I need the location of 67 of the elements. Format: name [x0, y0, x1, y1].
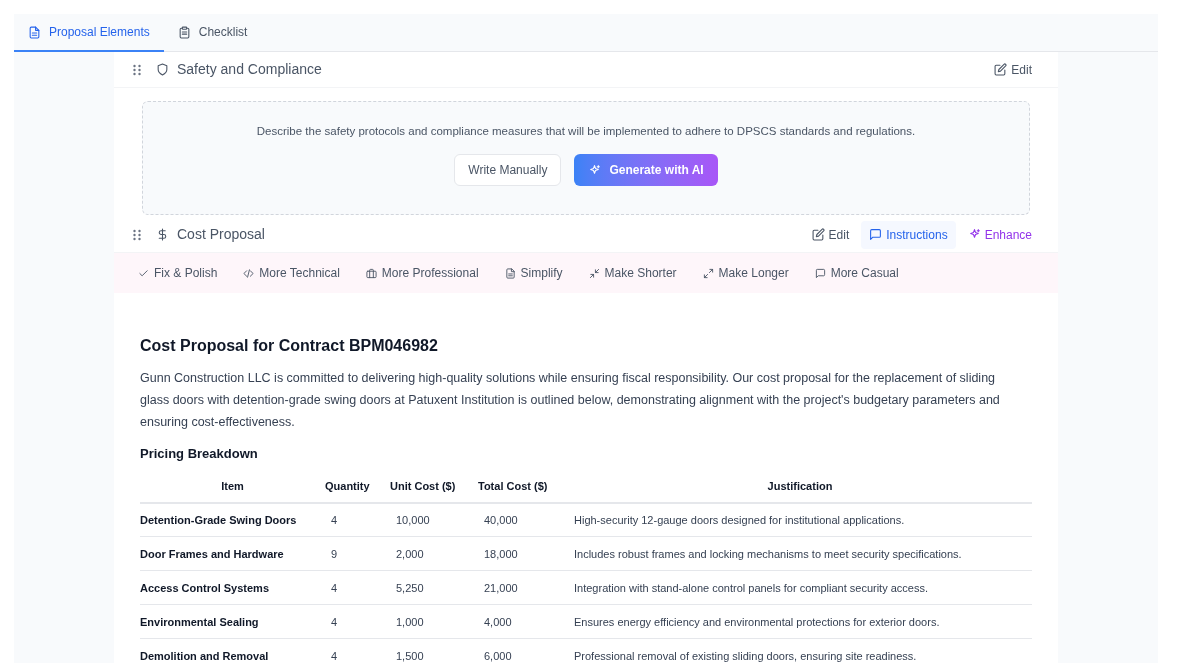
clipboard-icon	[177, 25, 191, 39]
generate-button[interactable]: Generate with AI	[574, 154, 718, 187]
check-icon	[138, 267, 149, 279]
toolbar-button[interactable]: Fix & Polish	[138, 264, 218, 283]
table-cell: 2,000	[390, 536, 478, 571]
column-header: Item	[140, 470, 325, 503]
tab[interactable]: Checklist	[163, 14, 262, 52]
section-title: Cost Proposal	[177, 225, 265, 245]
expand-icon	[702, 267, 714, 279]
table-cell: 4,000	[478, 604, 568, 639]
edit-button[interactable]: Edit	[803, 220, 858, 249]
table-cell: 1,500	[390, 638, 478, 663]
toolbar-button[interactable]: More Casual	[814, 264, 899, 283]
shrink-icon	[588, 267, 600, 279]
edit-button[interactable]: Edit	[986, 55, 1040, 84]
content-subheading: Pricing Breakdown	[140, 445, 259, 464]
sparkles-icon	[588, 163, 602, 177]
briefcase-icon	[365, 267, 377, 279]
table-cell: 5,250	[390, 570, 478, 605]
table-cell: 4	[325, 604, 390, 639]
toolbar-button[interactable]: Make Shorter	[588, 264, 677, 283]
document-icon	[504, 267, 516, 279]
table-cell: Integration with stand-alone control panels for compliant security access.	[568, 570, 1032, 605]
shield-icon	[156, 63, 169, 76]
content-paragraph: Gunn Construction LLC is committed to delivering high-quality solutions while ensuring fiscal responsibility. Our cost proposal for the replacement of sliding glass doors with detention-grade swing doors at Patuxent Institution is outlined below, demonstrating alignment with the project's budgetary parameters and ensuring cost-effectiveness.	[140, 370, 1001, 432]
edit-icon	[994, 63, 1008, 76]
chat-icon	[814, 267, 826, 279]
table-cell: Access Control Systems	[140, 570, 325, 605]
table-cell: Detention-Grade Swing Doors	[140, 502, 325, 537]
table-cell: 18,000	[478, 536, 568, 571]
toolbar-button[interactable]: Make Longer	[702, 264, 789, 283]
content-heading: Cost Proposal for Contract BPM046982	[140, 336, 439, 357]
table-cell: 4	[325, 570, 390, 605]
table-cell: Professional removal of existing sliding doors, ensuring site readiness.	[568, 638, 1032, 663]
instructions-button[interactable]: Instructions	[861, 220, 956, 249]
dollar-icon	[156, 228, 169, 242]
table-cell: 21,000	[478, 570, 568, 605]
column-header: Unit Cost ($)	[390, 470, 478, 503]
table-cell: High-security 12-gauge doors designed for institutional applications.	[568, 502, 1032, 537]
toolbar-button[interactable]: More Technical	[243, 264, 340, 283]
enhance-button[interactable]: Enhance	[959, 220, 1040, 249]
toolbar-button[interactable]: More Professional	[365, 264, 479, 283]
table-cell: Environmental Sealing	[140, 604, 325, 639]
toolbar-button[interactable]: Simplify	[504, 264, 563, 283]
prompt-description: Describe the safety protocols and compliance measures that will be implemented to adhere to DPSCS standards and regulations.	[256, 124, 916, 139]
table-cell: 9	[325, 536, 390, 571]
column-header: Quantity	[325, 470, 390, 503]
table-cell: 10,000	[390, 502, 478, 537]
table-cell: Includes robust frames and locking mechanisms to meet security specifications.	[568, 536, 1032, 571]
write-button[interactable]: Write Manually	[454, 154, 562, 187]
code-icon	[243, 267, 255, 279]
drag-handle-icon[interactable]	[132, 63, 142, 76]
table-cell: 4	[325, 638, 390, 663]
table-cell: 4	[325, 502, 390, 537]
table-cell: 40,000	[478, 502, 568, 537]
section-title: Safety and Compliance	[177, 60, 322, 79]
edit-icon	[811, 228, 825, 242]
table-cell: 1,000	[390, 604, 478, 639]
chat-icon	[869, 228, 883, 242]
document-icon	[28, 25, 41, 39]
column-header: Total Cost ($)	[478, 470, 568, 503]
table-cell: Ensures energy efficiency and environmental protections for exterior doors.	[568, 604, 1032, 639]
table-cell: Door Frames and Hardware	[140, 536, 325, 571]
table-cell: Demolition and Removal	[140, 638, 325, 663]
drag-handle-icon[interactable]	[132, 228, 142, 241]
column-header: Justification	[568, 470, 1032, 503]
table-cell: 6,000	[478, 638, 568, 663]
